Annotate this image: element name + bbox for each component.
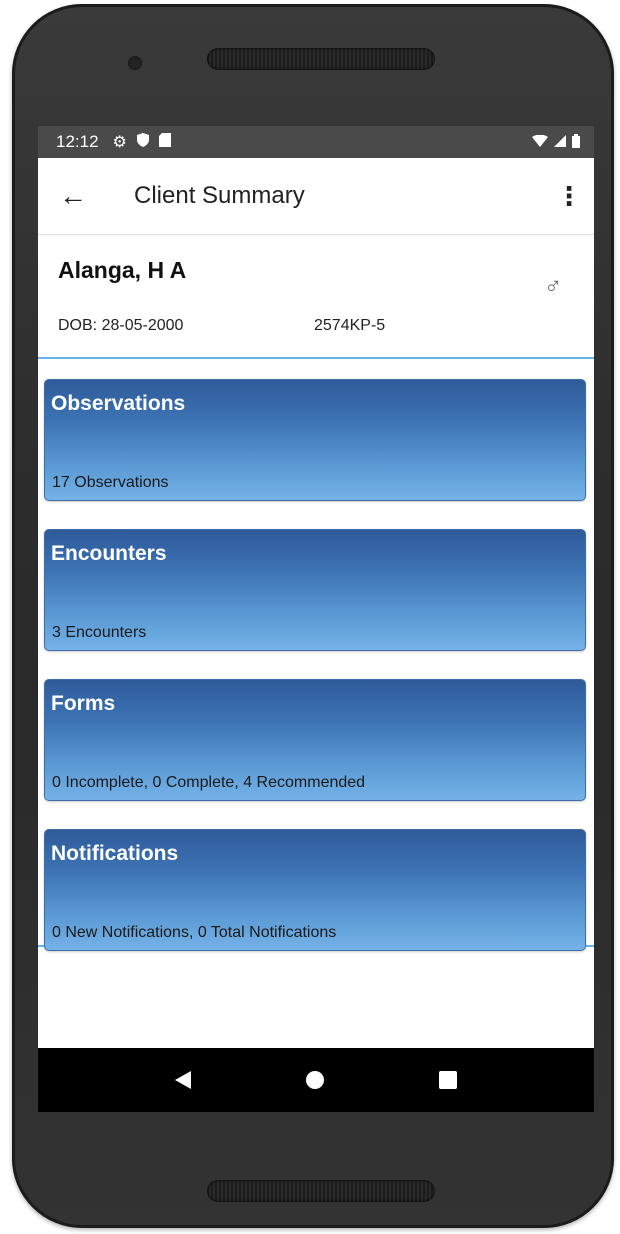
sd-card-icon (158, 132, 171, 152)
system-nav-bar (38, 1048, 594, 1112)
app-bar: ← Client Summary ⋮ (38, 158, 594, 235)
status-bar: 12:12 ⚙ (38, 126, 594, 158)
male-icon: ♂ (544, 273, 562, 300)
nav-back-icon[interactable] (175, 1071, 192, 1089)
more-vert-icon: ⋮ (556, 180, 582, 211)
wifi-icon (532, 134, 548, 150)
client-id: 2574KP-5 (314, 317, 386, 334)
card-subtitle: 0 Incomplete, 0 Complete, 4 Recommended (52, 774, 366, 791)
page-title: Client Summary (134, 182, 305, 209)
status-time: 12:12 (56, 132, 99, 151)
gear-icon: ⚙ (112, 134, 127, 151)
summary-cards: Observations 17 Observations Encounters … (38, 359, 594, 951)
battery-icon (572, 133, 580, 151)
card-subtitle: 0 New Notifications, 0 Total Notificatio… (52, 924, 337, 941)
client-dob: DOB: 28-05-2000 (58, 317, 184, 334)
signal-icon (554, 134, 566, 150)
card-subtitle: 3 Encounters (52, 624, 147, 641)
front-camera (128, 56, 142, 70)
forms-card[interactable]: Forms 0 Incomplete, 0 Complete, 4 Recomm… (44, 679, 586, 801)
card-title: Encounters (51, 542, 167, 565)
client-header: Alanga, H A ♂ DOB: 28-05-2000 2574KP-5 (38, 235, 594, 359)
notifications-card[interactable]: Notifications 0 New Notifications, 0 Tot… (44, 829, 586, 951)
top-speaker (207, 48, 435, 70)
nav-home-icon[interactable] (305, 1071, 324, 1089)
nav-recents-icon[interactable] (438, 1071, 457, 1089)
client-name: Alanga, H A (58, 257, 187, 283)
arrow-left-icon: ← (59, 180, 87, 211)
overflow-menu-button[interactable]: ⋮ (544, 158, 594, 234)
shield-icon (136, 132, 149, 152)
screen: 12:12 ⚙ ← Client Summary ⋮ Alanga, H A ♂… (38, 126, 594, 1112)
card-title: Notifications (51, 842, 179, 865)
card-title: Observations (51, 392, 186, 415)
back-button[interactable]: ← (38, 158, 108, 234)
card-title: Forms (51, 692, 116, 715)
encounters-card[interactable]: Encounters 3 Encounters (44, 529, 586, 651)
bottom-speaker (207, 1180, 435, 1202)
status-right-icons (532, 133, 580, 151)
card-subtitle: 17 Observations (52, 474, 169, 491)
observations-card[interactable]: Observations 17 Observations (44, 379, 586, 501)
